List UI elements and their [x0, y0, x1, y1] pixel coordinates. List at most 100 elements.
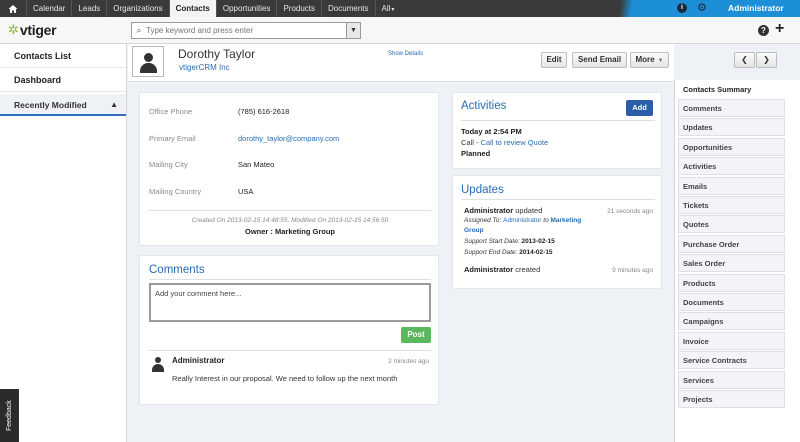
more-button[interactable]: More ▼: [630, 52, 669, 68]
next-record-button[interactable]: ❯: [756, 52, 777, 68]
activity-datetime: Today at 2:54 PM: [461, 127, 522, 136]
left-sidebar: Contacts List Dashboard Recently Modifie…: [0, 44, 127, 442]
feedback-tab[interactable]: Feedback: [0, 389, 19, 442]
gear-icon[interactable]: ⚙: [697, 2, 709, 14]
tab-opportunities[interactable]: Opportunities: [678, 138, 785, 156]
tab-service-contracts[interactable]: Service Contracts: [678, 351, 785, 369]
update-author: Administrator: [464, 265, 514, 274]
tab-contacts-summary[interactable]: Contacts Summary: [678, 80, 785, 98]
comments-card: Comments Add your comment here... Post A…: [139, 255, 439, 405]
previous-record-button[interactable]: ❮: [734, 52, 755, 68]
tab-sales-order[interactable]: Sales Order: [678, 254, 785, 272]
tab-campaigns[interactable]: Campaigns: [678, 312, 785, 330]
global-search: ⌕ ▼: [131, 22, 361, 39]
update-item: Administrator created: [464, 265, 540, 274]
email-link[interactable]: dorothy_taylor@company.com: [238, 134, 339, 143]
divider: [149, 210, 431, 211]
divider: [149, 350, 431, 351]
help-icon[interactable]: ?: [758, 25, 769, 36]
field-value: San Mateo: [238, 160, 275, 169]
sidebar-item-dashboard[interactable]: Dashboard: [0, 68, 126, 92]
comment-author-avatar: [152, 357, 164, 372]
nav-all[interactable]: All▾: [374, 0, 401, 17]
nav-leads[interactable]: Leads: [71, 0, 106, 17]
nav-calendar[interactable]: Calendar: [26, 0, 71, 17]
chevron-down-icon: ▾: [391, 7, 395, 13]
chevron-right-icon: ❯: [763, 55, 770, 64]
search-input[interactable]: [146, 26, 346, 35]
field-value: USA: [238, 187, 254, 196]
field-label: Office Phone: [149, 107, 193, 116]
logo-text: vtiger: [19, 22, 57, 38]
tab-services[interactable]: Services: [678, 371, 785, 389]
chevron-left-icon: ❮: [741, 55, 748, 64]
user-menu[interactable]: Administrator: [728, 0, 784, 17]
record-title: Dorothy Taylor: [178, 47, 256, 61]
contact-avatar: [132, 46, 164, 77]
tab-products[interactable]: Products: [678, 274, 785, 292]
add-activity-button[interactable]: Add: [626, 100, 653, 116]
divider: [149, 279, 431, 280]
updates-title: Updates: [461, 184, 504, 196]
nav-organizations[interactable]: Organizations: [106, 0, 168, 17]
update-action: created: [513, 265, 541, 274]
record-timestamps: Created On 2013-02-15 14:48:55, Modified…: [191, 217, 389, 224]
tab-purchase-order[interactable]: Purchase Order: [678, 235, 785, 253]
comment-time: 2 minutes ago: [388, 358, 429, 365]
tab-comments[interactable]: Comments: [678, 99, 785, 117]
record-header: Dorothy Taylor vtigerCRM Inc Show Detail…: [128, 44, 777, 82]
start-date-label: Support Start Date:: [464, 238, 522, 245]
field-primary-email: Primary Email dorothy_taylor@company.com: [149, 134, 339, 143]
assigned-mid: to: [541, 217, 551, 224]
send-email-button[interactable]: Send Email: [572, 52, 627, 68]
activity-description: Call - Call to review Quote: [461, 138, 548, 147]
person-icon-body: [140, 63, 157, 73]
sidebar-item-contacts-list[interactable]: Contacts List: [0, 44, 126, 68]
quick-create-icon[interactable]: +: [775, 21, 784, 37]
tab-tickets[interactable]: Tickets: [678, 196, 785, 214]
tab-projects[interactable]: Projects: [678, 390, 785, 408]
tab-updates[interactable]: Updates: [678, 118, 785, 136]
end-date-label: Support End Date:: [464, 249, 520, 256]
assigned-to-link[interactable]: Marketing: [551, 217, 582, 224]
record-owner: Owner : Marketing Group: [244, 227, 335, 236]
activities-title: Activities: [461, 100, 507, 112]
nav-contacts[interactable]: Contacts: [168, 0, 216, 17]
update-item: Administrator updated: [464, 206, 542, 215]
tab-documents[interactable]: Documents: [678, 293, 785, 311]
more-button-label: More: [635, 55, 655, 64]
activity-subject-link[interactable]: Call to review Quote: [481, 138, 549, 147]
record-organization-link[interactable]: vtigerCRM Inc: [179, 63, 230, 72]
tab-quotes[interactable]: Quotes: [678, 215, 785, 233]
related-tabs-sidebar: Contacts Summary Comments Updates Opport…: [674, 80, 800, 442]
updates-card: Updates Administrator updated 21 seconds…: [452, 175, 662, 289]
caret-down-icon: ▼: [350, 27, 357, 34]
summary-details-card: Office Phone (785) 616-2618 Primary Emai…: [139, 92, 439, 246]
comment-input[interactable]: Add your comment here...: [149, 283, 431, 322]
tab-invoice[interactable]: Invoice: [678, 332, 785, 350]
info-icon[interactable]: i: [677, 3, 687, 13]
comments-title: Comments: [149, 264, 205, 276]
update-assigned: Assigned To: Administrator to Marketing: [464, 217, 581, 224]
assigned-from-link[interactable]: Administrator: [503, 217, 541, 224]
nav-products[interactable]: Products: [276, 0, 321, 17]
field-mailing-country: Mailing Country USA: [149, 187, 253, 196]
field-label: Mailing City: [149, 160, 188, 169]
edit-button[interactable]: Edit: [541, 52, 567, 68]
search-dropdown-button[interactable]: ▼: [346, 23, 360, 38]
assigned-to-link-cont[interactable]: Group: [464, 227, 484, 234]
home-button[interactable]: [0, 0, 26, 17]
divider: [461, 120, 655, 121]
tab-activities[interactable]: Activities: [678, 157, 785, 175]
update-action: updated: [513, 206, 543, 215]
start-date-value: 2013-02-15: [521, 238, 555, 245]
vtiger-logo[interactable]: ✲ vtiger: [8, 22, 57, 38]
end-date-value: 2014-02-15: [519, 249, 553, 256]
recently-modified-header[interactable]: Recently Modified ▲: [0, 94, 126, 116]
tab-emails[interactable]: Emails: [678, 177, 785, 195]
nav-opportunities[interactable]: Opportunities: [215, 0, 277, 17]
update-end-date: Support End Date: 2014-02-15: [464, 249, 553, 256]
show-details-link[interactable]: Show Details: [388, 51, 423, 57]
post-comment-button[interactable]: Post: [401, 327, 431, 343]
nav-documents[interactable]: Documents: [321, 0, 374, 17]
